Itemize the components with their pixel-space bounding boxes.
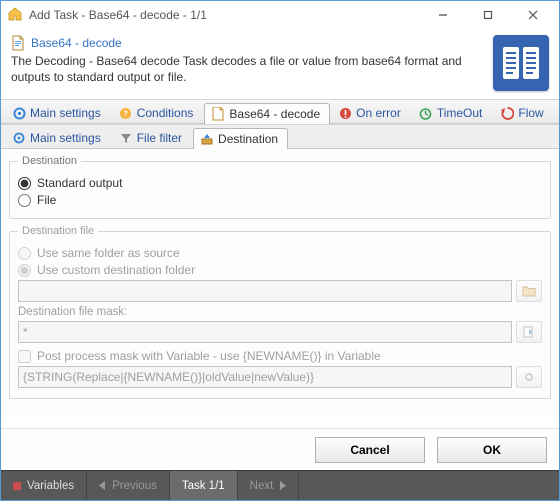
subtab-main-settings[interactable]: Main settings <box>5 127 111 148</box>
app-icon <box>7 7 23 23</box>
tab-main-settings[interactable]: Main settings <box>5 102 111 123</box>
radio-row-standard[interactable]: Standard output <box>18 176 542 190</box>
document-icon <box>211 107 225 121</box>
post-process-expression-input <box>18 366 512 388</box>
tab-label: Conditions <box>137 106 194 120</box>
status-task-counter[interactable]: Task 1/1 <box>170 471 238 500</box>
window-title: Add Task - Base64 - decode - 1/1 <box>29 8 420 22</box>
destination-file-legend: Destination file <box>18 225 98 237</box>
tab-label: Main settings <box>30 106 101 120</box>
tab-timeout[interactable]: TimeOut <box>412 102 493 123</box>
radio-row-file[interactable]: File <box>18 193 542 207</box>
radio-label: Use custom destination folder <box>37 263 195 277</box>
ok-button[interactable]: OK <box>437 437 547 463</box>
tab-conditions[interactable]: ? Conditions <box>112 102 204 123</box>
destination-icon <box>200 132 214 146</box>
task-title-row: Base64 - decode <box>11 35 485 51</box>
status-label: Previous <box>112 480 157 492</box>
file-mask-label: Destination file mask: <box>18 306 542 318</box>
chevron-left-icon <box>99 481 106 490</box>
svg-text:?: ? <box>123 109 128 118</box>
destination-panel: Destination Standard output File Destina… <box>1 149 559 419</box>
post-process-picker-button <box>516 366 542 388</box>
title-bar: Add Task - Base64 - decode - 1/1 <box>1 1 559 29</box>
gear-icon <box>12 131 26 145</box>
status-label: Next <box>250 480 274 492</box>
circle-icon <box>524 372 534 382</box>
tab-flow[interactable]: Flow <box>493 102 553 123</box>
tab-label: Main settings <box>30 131 101 145</box>
radio-custom-folder <box>18 264 31 277</box>
file-mask-input <box>18 321 512 343</box>
post-process-checkbox <box>18 350 31 363</box>
tab-label: Destination <box>218 132 278 146</box>
custom-folder-input <box>18 280 512 302</box>
question-icon: ? <box>119 106 133 120</box>
window-controls <box>420 1 555 29</box>
status-label: Task 1/1 <box>182 480 225 492</box>
dot-indicator-icon <box>13 482 21 490</box>
check-row-post-process: Post process mask with Variable - use {N… <box>18 349 542 363</box>
radio-standard-output[interactable] <box>18 177 31 190</box>
checkbox-label: Post process mask with Variable - use {N… <box>37 349 381 363</box>
radio-label: File <box>37 193 56 207</box>
destination-legend: Destination <box>18 155 81 167</box>
tab-label: File filter <box>137 131 182 145</box>
tab-label: TimeOut <box>437 106 483 120</box>
task-badge-icon <box>493 35 549 91</box>
tab-base64-decode[interactable]: Base64 - decode <box>204 103 330 124</box>
status-next[interactable]: Next <box>238 471 300 500</box>
chevron-right-icon <box>279 481 286 490</box>
clock-icon <box>419 106 433 120</box>
document-arrow-icon <box>522 326 536 338</box>
tab-label: Flow <box>518 106 543 120</box>
status-label: Variables <box>27 480 74 492</box>
document-icon <box>11 35 25 51</box>
radio-row-custom-folder: Use custom destination folder <box>18 263 542 277</box>
radio-row-same-folder: Use same folder as source <box>18 246 542 260</box>
subtab-destination[interactable]: Destination <box>193 128 288 149</box>
subtab-file-filter[interactable]: File filter <box>112 127 192 148</box>
cancel-button[interactable]: Cancel <box>315 437 425 463</box>
filter-icon <box>119 131 133 145</box>
task-description: The Decoding - Base64 decode Task decode… <box>11 53 485 85</box>
radio-label: Standard output <box>37 176 122 190</box>
status-previous[interactable]: Previous <box>87 471 170 500</box>
primary-tabstrip: Main settings ? Conditions Base64 - deco… <box>1 99 559 124</box>
browse-folder-button <box>516 280 542 302</box>
status-bar: Variables Previous Task 1/1 Next <box>1 470 559 500</box>
tab-on-error[interactable]: On error <box>331 102 411 123</box>
folder-icon <box>522 285 536 297</box>
file-mask-picker-button <box>516 321 542 343</box>
error-icon <box>338 106 352 120</box>
destination-fieldset: Destination Standard output File <box>9 155 551 219</box>
gear-icon <box>12 106 26 120</box>
radio-same-folder <box>18 247 31 260</box>
header: Base64 - decode The Decoding - Base64 de… <box>1 29 559 99</box>
minimize-button[interactable] <box>420 1 465 29</box>
radio-file[interactable] <box>18 194 31 207</box>
destination-file-fieldset: Destination file Use same folder as sour… <box>9 225 551 399</box>
task-title: Base64 - decode <box>31 36 122 50</box>
dialog-button-bar: Cancel OK <box>1 428 559 470</box>
radio-label: Use same folder as source <box>37 246 180 260</box>
close-button[interactable] <box>510 1 555 29</box>
status-variables[interactable]: Variables <box>1 471 87 500</box>
maximize-button[interactable] <box>465 1 510 29</box>
secondary-tabstrip: Main settings File filter Destination <box>1 124 559 149</box>
tab-label: On error <box>356 106 401 120</box>
tab-label: Base64 - decode <box>229 107 320 121</box>
flow-icon <box>500 106 514 120</box>
